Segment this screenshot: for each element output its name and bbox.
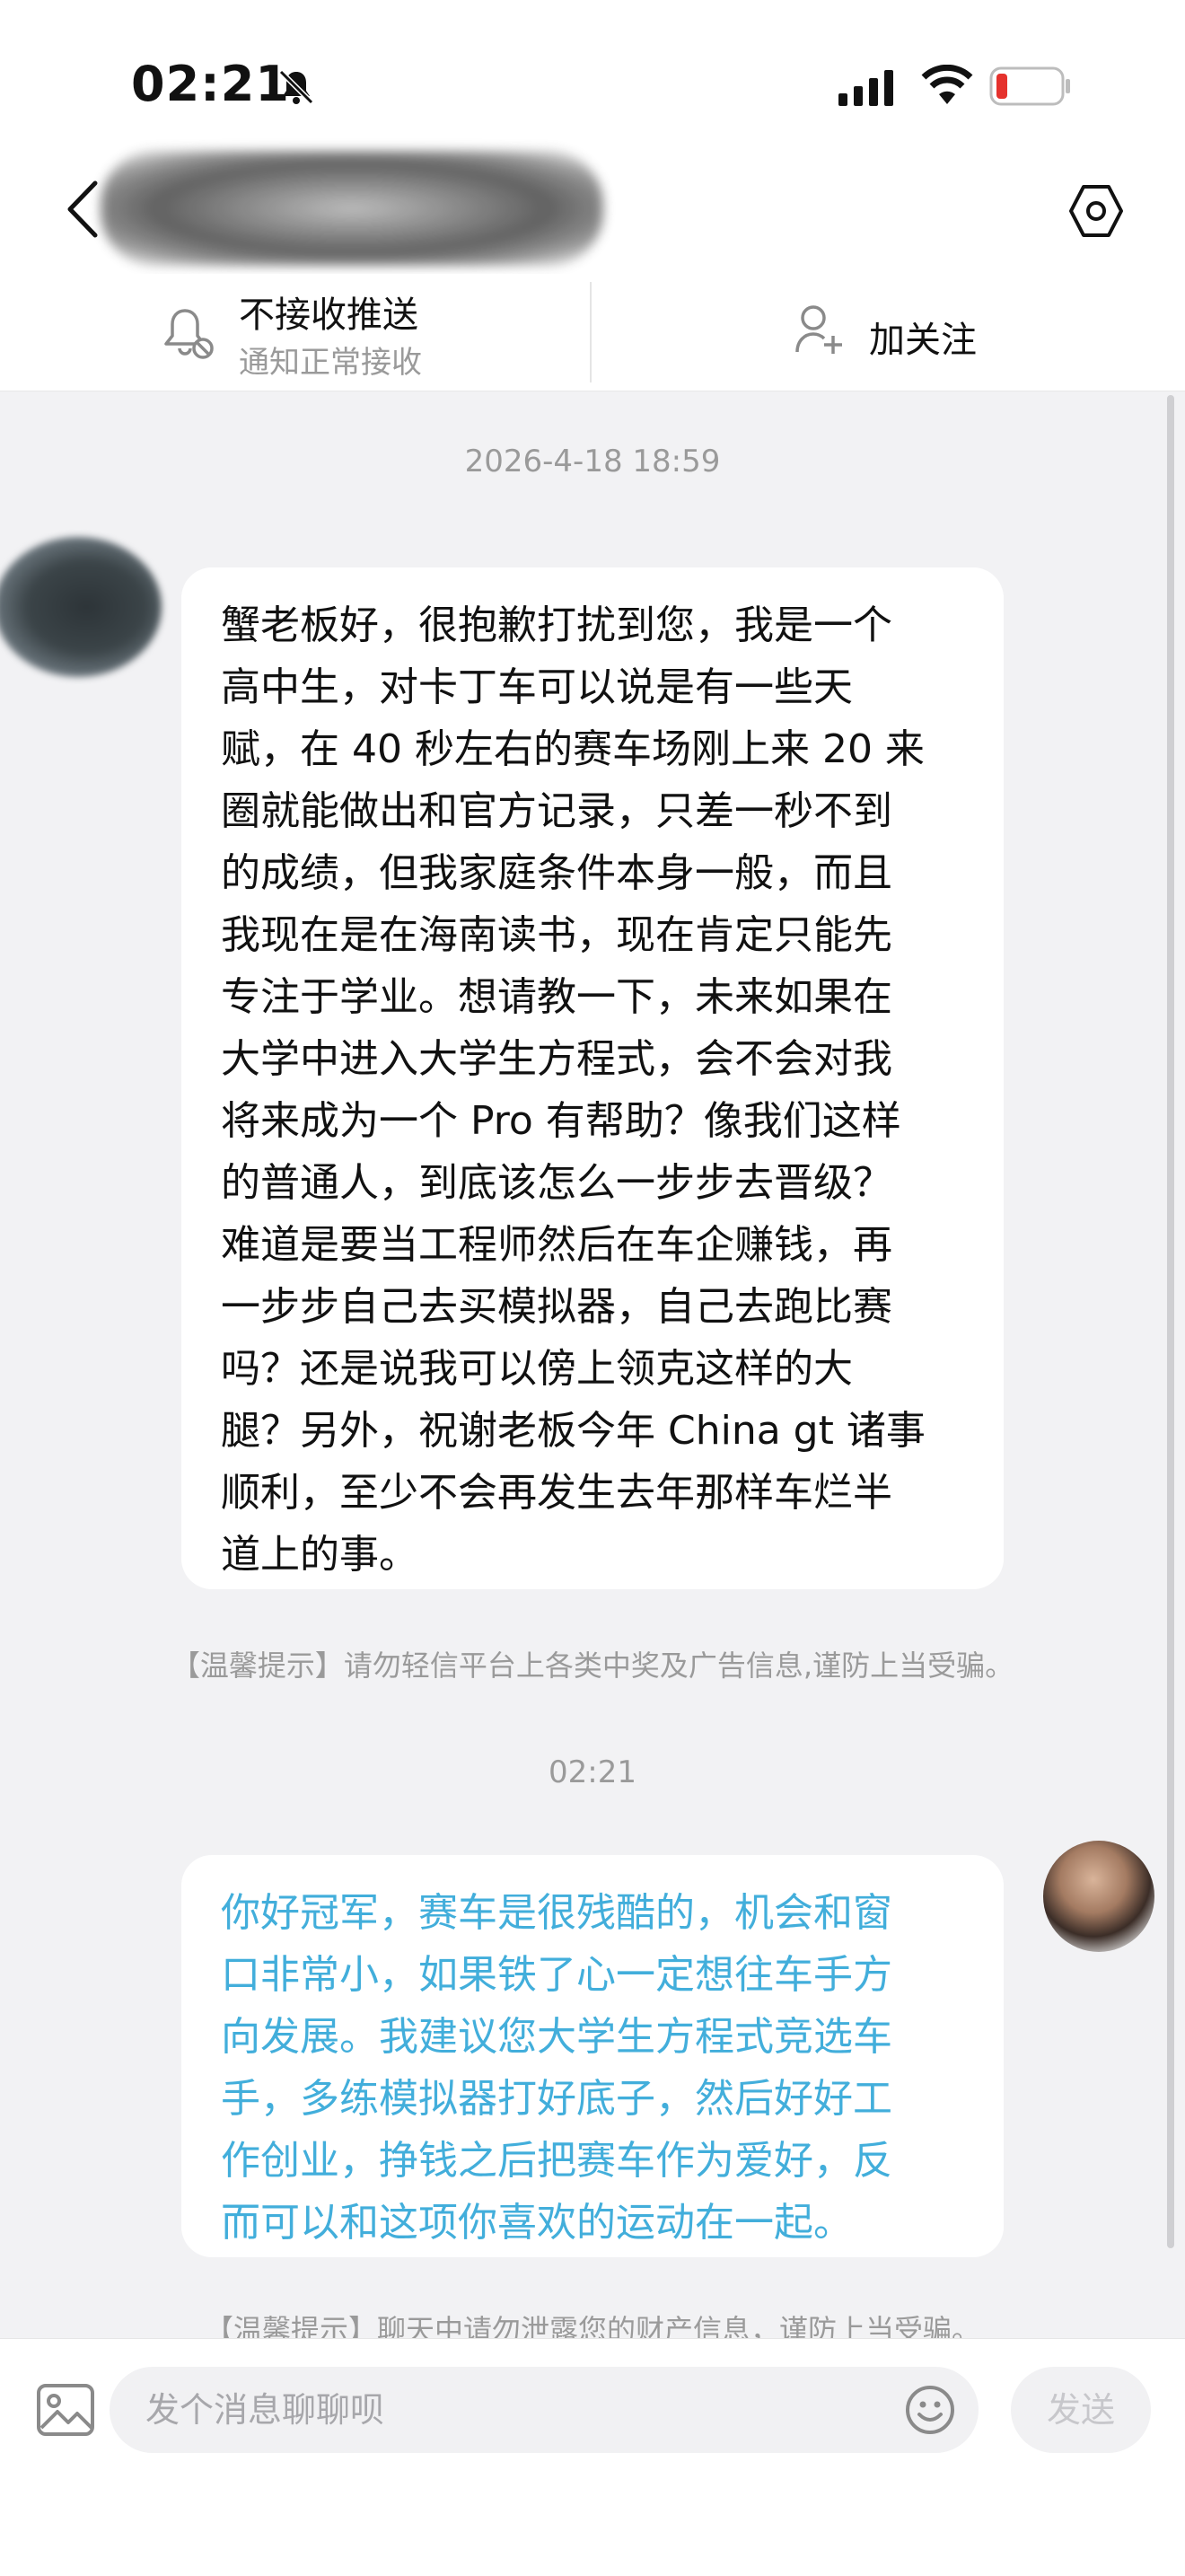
message-line: 高中生，对卡丁车可以说是有一些天 xyxy=(221,664,853,710)
message-line: 将来成为一个 Pro 有帮助？像我们这样 xyxy=(221,1098,901,1144)
chat-scrollbar[interactable] xyxy=(1167,395,1174,2248)
message-line: 你好冠军，赛车是很残酷的，机会和窗 xyxy=(221,1890,892,1936)
message-line: 腿？另外，祝谢老板今年 China gt 诸事 xyxy=(221,1408,926,1454)
battery-low-icon xyxy=(989,66,1070,106)
message-line: 的普通人，到底该怎么一步步去晋级？ xyxy=(221,1160,892,1206)
message-line: 蟹老板好，很抱歉打扰到您，我是一个 xyxy=(221,602,892,648)
message-line: 一步步自己去买模拟器，自己去跑比赛 xyxy=(221,1284,892,1330)
message-line: 的成绩，但我家庭条件本身一般，而且 xyxy=(221,850,892,896)
status-time: 02:21 xyxy=(131,56,290,112)
settings-icon[interactable] xyxy=(1068,183,1124,239)
message-timestamp: 2026-4-18 18:59 xyxy=(464,444,721,479)
sender-avatar-redacted[interactable] xyxy=(0,537,162,677)
add-follow-icon[interactable] xyxy=(794,302,846,357)
message-line: 而可以和这项你喜欢的运动在一起。 xyxy=(221,2200,853,2246)
image-picker-icon[interactable] xyxy=(36,2383,95,2437)
options-divider xyxy=(590,282,592,382)
message-line: 口非常小，如果铁了心一定想往车手方 xyxy=(221,1952,892,1998)
follow-button[interactable]: 加关注 xyxy=(869,311,977,363)
send-button[interactable]: 发送 xyxy=(1011,2367,1151,2453)
message-line: 专注于学业。想请教一下，未来如果在 xyxy=(221,974,892,1020)
received-message-bubble[interactable]: 蟹老板好，很抱歉打扰到您，我是一个 高中生，对卡丁车可以说是有一些天 赋，在 4… xyxy=(181,567,1004,1589)
mute-push-label[interactable]: 不接收推送 xyxy=(239,286,418,338)
message-line: 道上的事。 xyxy=(221,1532,418,1578)
message-line: 大学中进入大学生方程式，会不会对我 xyxy=(221,1036,892,1082)
message-line: 作创业，挣钱之后把赛车作为爱好，反 xyxy=(221,2138,892,2184)
message-timestamp: 02:21 xyxy=(549,1754,636,1790)
cellular-signal-icon xyxy=(838,70,893,106)
back-icon[interactable] xyxy=(63,180,102,239)
message-line: 向发展。我建议您大学生方程式竞选车 xyxy=(221,2014,892,2060)
emoji-icon[interactable] xyxy=(905,2385,955,2435)
message-line: 我现在是在海南读书，现在肯定只能先 xyxy=(221,912,892,958)
silent-mode-icon xyxy=(278,69,314,105)
contact-name-redacted xyxy=(101,151,603,266)
own-avatar[interactable] xyxy=(1043,1841,1154,1952)
sent-message-bubble[interactable]: 你好冠军，赛车是很残酷的，机会和窗 口非常小，如果铁了心一定想往车手方 向发展。… xyxy=(181,1855,1004,2257)
wifi-icon xyxy=(921,65,973,104)
mute-push-subtitle: 通知正常接收 xyxy=(239,345,422,381)
message-line: 手，多练模拟器打好底子，然后好好工 xyxy=(221,2076,892,2122)
notification-bell-icon[interactable] xyxy=(162,303,215,361)
message-line: 难道是要当工程师然后在车企赚钱，再 xyxy=(221,1222,892,1268)
safety-notice: 【温馨提示】请勿轻信平台上各类中奖及广告信息,谨防上当受骗。 xyxy=(171,1648,1014,1683)
message-line: 顺利，至少不会再发生去年那样车烂半 xyxy=(221,1470,892,1516)
message-line: 吗？还是说我可以傍上领克这样的大 xyxy=(221,1346,853,1392)
message-line: 圈就能做出和官方记录，只差一秒不到 xyxy=(221,788,892,834)
message-input[interactable] xyxy=(110,2367,979,2453)
message-line: 赋，在 40 秒左右的赛车场刚上来 20 来 xyxy=(221,726,925,772)
